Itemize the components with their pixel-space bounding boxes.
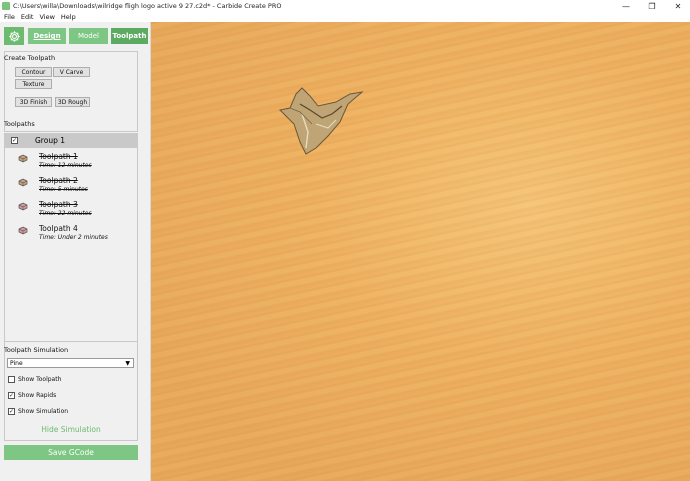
menu-bar: File Edit View Help xyxy=(0,12,690,22)
menu-help[interactable]: Help xyxy=(58,13,79,21)
group-name: Group 1 xyxy=(35,136,65,145)
texture-button[interactable]: Texture xyxy=(15,79,52,89)
title-bar: C:\Users\willa\Downloads\wilridge fligh … xyxy=(0,0,690,12)
chevron-down-icon: ▼ xyxy=(125,360,130,367)
show-simulation-option[interactable]: ✓ Show Simulation xyxy=(8,407,68,416)
toolpath-icon xyxy=(18,226,28,235)
show-toolpath-label: Show Toolpath xyxy=(18,376,62,383)
toolpath-name: Toolpath 4 xyxy=(39,224,78,233)
group-checkbox[interactable]: ✓ xyxy=(11,137,18,144)
show-simulation-label: Show Simulation xyxy=(18,408,69,415)
3d-finish-button[interactable]: 3D Finish xyxy=(15,97,52,107)
toolpath-name: Toolpath 2 xyxy=(39,176,78,185)
tab-design[interactable]: Design xyxy=(28,28,66,44)
toolpath-time: Time: Under 2 minutes xyxy=(39,234,108,241)
simulation-viewport[interactable] xyxy=(151,22,690,481)
toolpath-icon xyxy=(18,154,28,163)
toolpath-icon xyxy=(18,202,28,211)
menu-edit[interactable]: Edit xyxy=(18,13,37,21)
show-toolpath-option[interactable]: Show Toolpath xyxy=(8,375,61,384)
window-title: C:\Users\willa\Downloads\wilridge fligh … xyxy=(13,2,282,10)
settings-button[interactable] xyxy=(4,27,24,45)
toolpath-item-3[interactable]: Toolpath 3 Time: 22 minutes xyxy=(4,199,138,221)
toolpaths-title: Toolpaths xyxy=(4,120,35,128)
3d-rough-button[interactable]: 3D Rough xyxy=(55,97,90,107)
left-panel: Design Model Toolpath Create Toolpath Co… xyxy=(0,22,150,481)
maximize-button[interactable]: ❐ xyxy=(640,0,664,12)
toolpath-time: Time: 5 minutes xyxy=(39,186,88,193)
simulation-title: Toolpath Simulation xyxy=(4,346,69,354)
show-rapids-label: Show Rapids xyxy=(18,392,57,399)
gear-icon xyxy=(8,30,20,42)
mode-nav: Design Model Toolpath xyxy=(0,25,150,45)
toolpath-name: Toolpath 3 xyxy=(39,200,78,209)
create-toolpath-title: Create Toolpath xyxy=(4,54,56,62)
tab-toolpath[interactable]: Toolpath xyxy=(111,28,148,44)
show-toolpath-checkbox[interactable] xyxy=(8,376,15,383)
menu-view[interactable]: View xyxy=(36,13,57,21)
toolpath-item-1[interactable]: Toolpath 1 Time: 12 minutes xyxy=(4,151,138,173)
minimize-button[interactable]: — xyxy=(614,0,638,12)
show-rapids-option[interactable]: ✓ Show Rapids xyxy=(8,391,56,400)
menu-file[interactable]: File xyxy=(0,13,18,21)
hide-simulation-button[interactable]: Hide Simulation xyxy=(4,425,138,434)
group-row[interactable]: ✓ Group 1 xyxy=(4,133,138,148)
toolpath-item-4[interactable]: Toolpath 4 Time: Under 2 minutes xyxy=(4,223,138,245)
save-gcode-button[interactable]: Save GCode xyxy=(4,445,138,460)
material-select[interactable]: Pine ▼ xyxy=(7,358,134,368)
contour-button[interactable]: Contour xyxy=(15,67,52,77)
show-simulation-checkbox[interactable]: ✓ xyxy=(8,408,15,415)
carved-logo-preview xyxy=(278,87,364,155)
toolpath-icon xyxy=(18,178,28,187)
tab-model[interactable]: Model xyxy=(69,28,108,44)
app-icon xyxy=(2,2,10,10)
toolpath-time: Time: 22 minutes xyxy=(39,210,92,217)
toolpath-item-2[interactable]: Toolpath 2 Time: 5 minutes xyxy=(4,175,138,197)
show-rapids-checkbox[interactable]: ✓ xyxy=(8,392,15,399)
toolpath-name: Toolpath 1 xyxy=(39,152,78,161)
toolpath-time: Time: 12 minutes xyxy=(39,162,92,169)
vcarve-button[interactable]: V Carve xyxy=(53,67,90,77)
material-value: Pine xyxy=(10,359,23,367)
close-button[interactable]: ✕ xyxy=(666,0,690,12)
